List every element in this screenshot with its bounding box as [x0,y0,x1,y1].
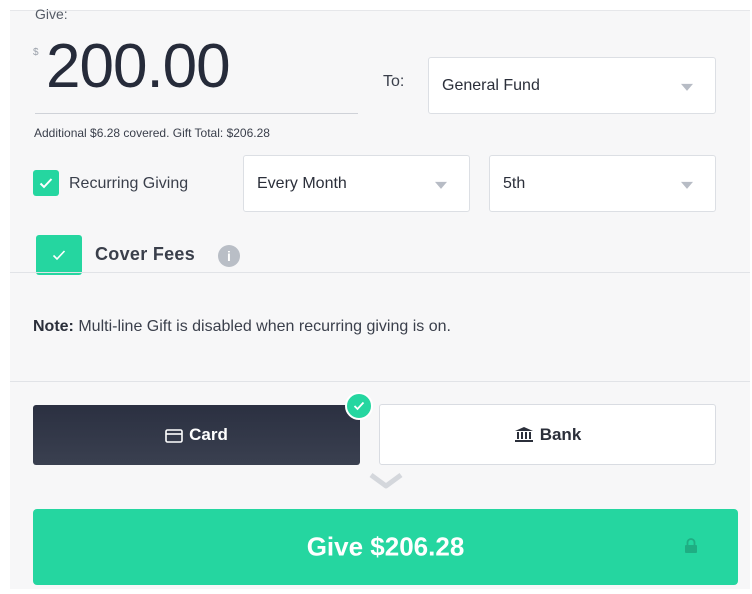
cover-fees-checkbox[interactable] [36,235,82,275]
note-text: Multi-line Gift is disabled when recurri… [73,318,451,335]
divider [10,381,750,382]
cover-fees-label[interactable]: Cover Fees [95,244,195,265]
frequency-select-value: Every Month [257,174,347,192]
lock-icon [685,538,697,553]
amount-underline [35,113,358,114]
fund-select-value: General Fund [442,76,540,94]
card-label: Card [189,425,228,444]
bank-icon [514,426,533,442]
chevron-down-icon [435,181,447,189]
multi-line-note: Note: Multi-line Gift is disabled when r… [33,318,451,336]
bank-payment-button[interactable]: Bank [379,404,716,465]
card-payment-content: Card [33,425,360,445]
info-icon[interactable]: i [218,245,240,267]
amount-input[interactable]: 200.00 [46,32,231,102]
gift-total-note: Additional $6.28 covered. Gift Total: $2… [34,126,270,140]
frequency-select[interactable]: Every Month [243,155,470,212]
bank-payment-content: Bank [380,425,715,445]
credit-card-icon [165,429,183,443]
note-prefix: Note: [33,318,74,335]
give-submit-label: Give $206.28 [306,531,465,562]
fund-select[interactable]: General Fund [428,57,716,114]
give-label: Give: [35,6,68,22]
bank-label: Bank [539,424,582,444]
currency-symbol: $ [33,47,39,58]
selected-check-icon [345,392,373,420]
to-label: To: [383,73,405,90]
checkmark-icon [52,250,66,261]
chevron-down-icon [681,181,693,189]
recurring-giving-label[interactable]: Recurring Giving [69,175,188,193]
checkmark-icon [39,178,53,189]
divider [10,272,750,273]
day-select[interactable]: 5th [489,155,716,212]
day-select-value: 5th [503,174,526,192]
recurring-giving-checkbox[interactable] [33,170,59,196]
give-submit-button[interactable]: Give $206.28 [33,509,738,585]
chevron-down-icon [369,472,403,489]
card-payment-button[interactable]: Card [33,405,360,465]
checkmark-icon [353,401,365,411]
chevron-down-icon [681,83,693,91]
